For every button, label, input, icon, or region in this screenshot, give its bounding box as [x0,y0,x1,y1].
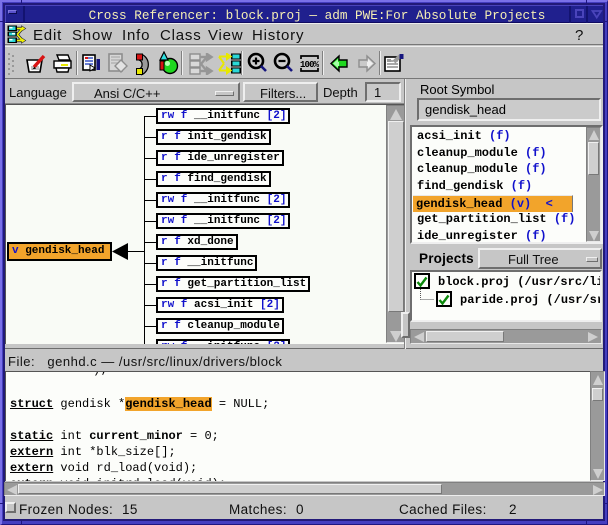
svg-text:100%: 100% [300,60,320,70]
